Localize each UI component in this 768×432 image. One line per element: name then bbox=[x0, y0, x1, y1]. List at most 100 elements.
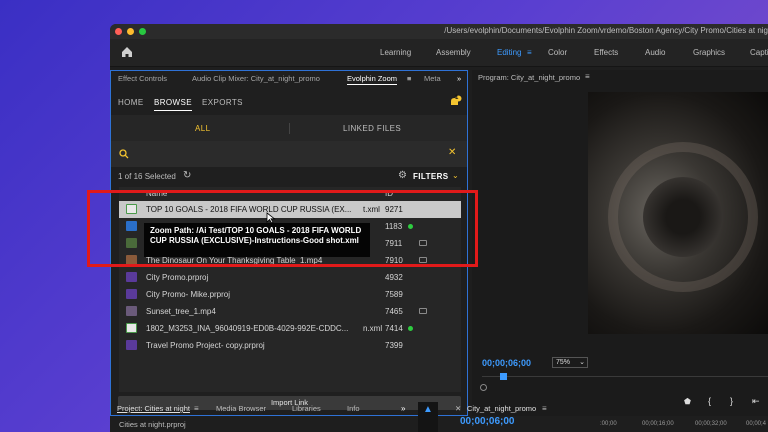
add-marker-icon[interactable]: ⬟ bbox=[684, 397, 691, 406]
mark-out-icon[interactable]: } bbox=[730, 396, 733, 406]
item-id: 4932 bbox=[385, 273, 403, 282]
tab-libraries[interactable]: Libraries bbox=[292, 404, 321, 413]
workspace-editing[interactable]: Editing bbox=[497, 48, 521, 57]
xml-file-icon bbox=[126, 323, 137, 333]
zoom-icon[interactable] bbox=[139, 28, 146, 35]
item-name: 1802_M3253_INA_96040919-ED0B-4029-992E-C… bbox=[146, 324, 349, 333]
menu-icon[interactable]: ≡ bbox=[542, 404, 547, 413]
workspace-bar: Learning Assembly Editing ≡ Color Effect… bbox=[110, 39, 768, 67]
prproj-file-icon bbox=[126, 272, 137, 282]
playhead[interactable] bbox=[500, 373, 507, 380]
tunnel-center bbox=[643, 177, 723, 257]
gear-icon[interactable]: ⚙ bbox=[398, 170, 407, 181]
filter-all[interactable]: ALL bbox=[195, 124, 210, 133]
item-name: City Promo- Mike.prproj bbox=[146, 290, 231, 299]
list-item[interactable]: Sunset_tree_1.mp4 7465 bbox=[119, 303, 461, 320]
menu-icon[interactable]: ≡ bbox=[527, 48, 532, 57]
close-icon[interactable]: ✕ bbox=[455, 404, 461, 413]
workspace-audio[interactable]: Audio bbox=[645, 48, 665, 57]
tools-panel: ▲ bbox=[418, 402, 438, 432]
search-icon bbox=[119, 149, 129, 159]
nav-home[interactable]: HOME bbox=[118, 98, 144, 107]
time-ruler[interactable] bbox=[482, 376, 768, 377]
chevron-down-icon: ⌄ bbox=[579, 359, 585, 366]
selection-count: 1 of 16 Selected bbox=[118, 172, 176, 181]
minimize-icon[interactable] bbox=[127, 28, 134, 35]
program-timecode[interactable]: 00;00;06;00 bbox=[482, 358, 531, 368]
tab-audio-clip-mixer[interactable]: Audio Clip Mixer: City_at_night_promo bbox=[192, 74, 320, 83]
video-preview bbox=[588, 92, 768, 334]
workspace-effects[interactable]: Effects bbox=[594, 48, 618, 57]
workspace-assembly[interactable]: Assembly bbox=[436, 48, 471, 57]
tab-info[interactable]: Info bbox=[347, 404, 360, 413]
ruler-tick: 00;00;4 bbox=[746, 421, 767, 427]
home-icon[interactable] bbox=[120, 45, 134, 59]
workspace-captions[interactable]: Capti bbox=[750, 48, 768, 57]
nav-exports[interactable]: EXPORTS bbox=[202, 98, 243, 107]
workspace-graphics[interactable]: Graphics bbox=[693, 48, 725, 57]
refresh-icon[interactable]: ↻ bbox=[183, 170, 191, 181]
menu-icon[interactable]: ≡ bbox=[194, 404, 199, 413]
overflow-icon[interactable]: » bbox=[457, 74, 461, 83]
filters-button[interactable]: FILTERS bbox=[413, 172, 449, 181]
item-id: 7399 bbox=[385, 341, 403, 350]
program-title[interactable]: Program: City_at_night_promo bbox=[478, 73, 580, 82]
nav-browse[interactable]: BROWSE bbox=[154, 98, 192, 111]
selection-row: 1 of 16 Selected ↻ ⚙ FILTERS ⌄ bbox=[111, 167, 467, 185]
clear-search-icon[interactable]: ✕ bbox=[448, 147, 456, 158]
highlight-box bbox=[87, 190, 478, 267]
search-input[interactable]: ✕ bbox=[111, 141, 467, 167]
divider bbox=[289, 123, 290, 134]
tab-evolphin-zoom[interactable]: Evolphin Zoom bbox=[347, 74, 398, 85]
menu-icon[interactable]: ≡ bbox=[585, 72, 590, 81]
bottom-panels: Project: Cities at night ≡ Media Browser… bbox=[110, 402, 768, 432]
program-monitor: Program: City_at_night_promo ≡ 00;00;06;… bbox=[472, 70, 768, 416]
prproj-file-icon bbox=[126, 289, 137, 299]
zoom-select[interactable]: 75% ⌄ bbox=[552, 357, 588, 368]
selection-tool-icon[interactable]: ▲ bbox=[423, 404, 433, 415]
zoom-value: 75% bbox=[556, 359, 571, 366]
workspace-color[interactable]: Color bbox=[548, 48, 567, 57]
list-item[interactable]: City Promo- Mike.prproj 7589 bbox=[119, 286, 461, 303]
tab-media-browser[interactable]: Media Browser bbox=[216, 404, 266, 413]
list-item[interactable]: City Promo.prproj 4932 bbox=[119, 269, 461, 286]
ruler-tick: 00;00;16;00 bbox=[642, 421, 674, 427]
ruler-tick: 00;00;32;00 bbox=[695, 421, 727, 427]
panel-tabs: Effect Controls Audio Clip Mixer: City_a… bbox=[111, 71, 467, 87]
close-icon[interactable] bbox=[115, 28, 122, 35]
marker-icon[interactable] bbox=[480, 384, 487, 391]
notification-count: 1 bbox=[455, 95, 459, 101]
list-item[interactable]: 1802_M3253_INA_96040919-ED0B-4029-992E-C… bbox=[119, 320, 461, 337]
preview-icon[interactable] bbox=[419, 308, 427, 314]
filter-tabs: ALL LINKED FILES bbox=[111, 115, 467, 141]
cursor-icon bbox=[266, 212, 276, 224]
item-ext: n.xml bbox=[363, 324, 383, 333]
item-name: City Promo.prproj bbox=[146, 273, 209, 282]
workspace-learning[interactable]: Learning bbox=[380, 48, 411, 57]
tab-effect-controls[interactable]: Effect Controls bbox=[118, 74, 167, 83]
go-to-in-icon[interactable]: ⇤ bbox=[752, 396, 760, 407]
window-path: /Users/evolphin/Documents/Evolphin Zoom/… bbox=[444, 26, 768, 35]
zoom-nav: HOME BROWSE EXPORTS 1 bbox=[111, 89, 467, 115]
prproj-file-icon bbox=[126, 340, 137, 350]
sequence-timecode[interactable]: 00;00;06;00 bbox=[460, 416, 514, 427]
title-bar: /Users/evolphin/Documents/Evolphin Zoom/… bbox=[110, 24, 768, 39]
list-item[interactable]: Travel Promo Project- copy.prproj 7399 bbox=[119, 337, 461, 354]
linked-status-icon bbox=[408, 326, 413, 331]
overflow-icon[interactable]: » bbox=[401, 404, 405, 413]
item-name: Travel Promo Project- copy.prproj bbox=[146, 341, 265, 350]
item-name: Sunset_tree_1.mp4 bbox=[146, 307, 216, 316]
video-thumbnail-icon bbox=[126, 306, 137, 316]
project-file[interactable]: Cities at night.prproj bbox=[119, 420, 186, 429]
tab-metadata[interactable]: Meta bbox=[424, 74, 441, 83]
panel-menu-icon[interactable]: ≡ bbox=[407, 74, 411, 83]
tab-project[interactable]: Project: Cities at night bbox=[117, 404, 190, 413]
item-id: 7414 bbox=[385, 324, 403, 333]
ruler-tick: :00;00 bbox=[600, 421, 617, 427]
item-id: 7465 bbox=[385, 307, 403, 316]
filter-linked-files[interactable]: LINKED FILES bbox=[343, 124, 401, 133]
chevron-down-icon[interactable]: ⌄ bbox=[452, 171, 459, 180]
tab-sequence[interactable]: City_at_night_promo bbox=[467, 404, 536, 413]
item-id: 7589 bbox=[385, 290, 403, 299]
mark-in-icon[interactable]: { bbox=[708, 396, 711, 406]
